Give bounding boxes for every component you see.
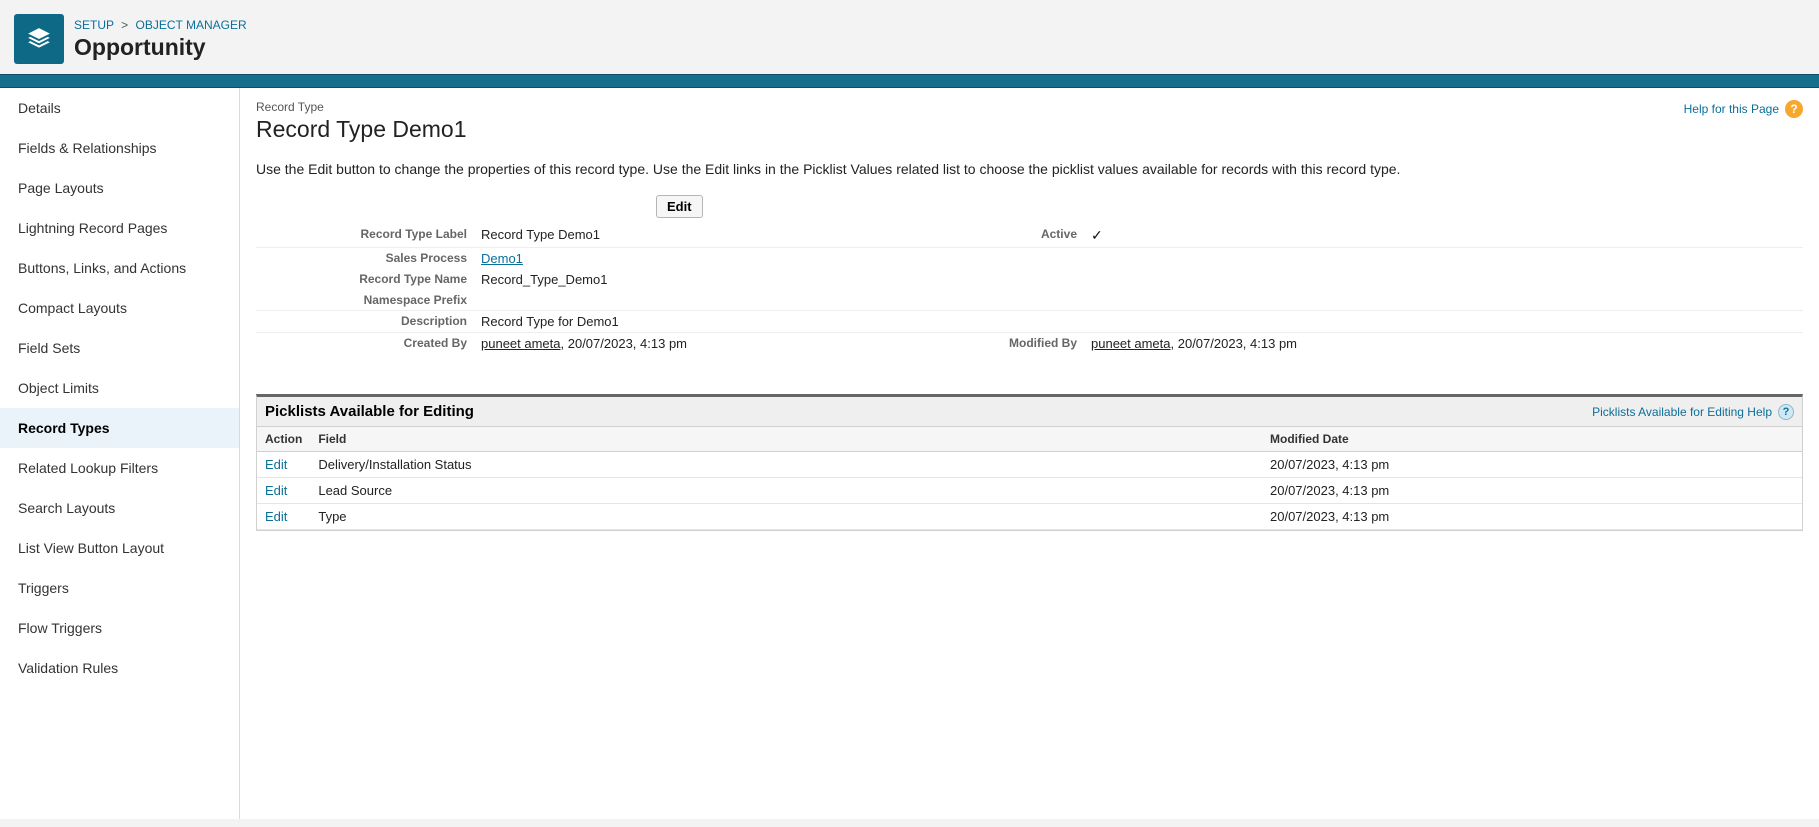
breadcrumb-separator: > (117, 18, 132, 32)
picklist-section-title: Picklists Available for Editing (265, 403, 1592, 420)
help-link-label: Help for this Page (1684, 102, 1779, 116)
sidebar-item-related-lookup-filters[interactable]: Related Lookup Filters (0, 448, 239, 488)
sidebar-item-object-limits[interactable]: Object Limits (0, 368, 239, 408)
col-action: Action (257, 427, 310, 452)
picklist-help-label: Picklists Available for Editing Help (1592, 405, 1772, 419)
page-header: SETUP > OBJECT MANAGER Opportunity (0, 0, 1819, 74)
sidebar-item-triggers[interactable]: Triggers (0, 568, 239, 608)
table-row: Edit Delivery/Installation Status20/07/20… (257, 452, 1802, 478)
picklist-table: Action Field Modified Date Edit Delivery/… (257, 427, 1802, 530)
field-cell: Delivery/Installation Status (310, 452, 1262, 478)
modified-by-date: , 20/07/2023, 4:13 pm (1171, 336, 1297, 351)
sidebar: DetailsFields & RelationshipsPage Layout… (0, 88, 240, 819)
sidebar-item-buttons-links-and-actions[interactable]: Buttons, Links, and Actions (0, 248, 239, 288)
edit-button[interactable]: Edit (656, 195, 703, 218)
breadcrumb-object-manager[interactable]: OBJECT MANAGER (136, 18, 247, 32)
breadcrumb: SETUP > OBJECT MANAGER (74, 18, 247, 32)
sidebar-item-field-sets[interactable]: Field Sets (0, 328, 239, 368)
value-record-type-name: Record_Type_Demo1 (481, 269, 911, 290)
layers-icon (26, 26, 52, 52)
sidebar-item-compact-layouts[interactable]: Compact Layouts (0, 288, 239, 328)
check-icon: ✓ (1091, 227, 1103, 243)
created-by-date: , 20/07/2023, 4:13 pm (561, 336, 687, 351)
sidebar-item-lightning-record-pages[interactable]: Lightning Record Pages (0, 208, 239, 248)
decorative-band (0, 74, 1819, 88)
help-icon: ? (1778, 404, 1794, 420)
header-text: SETUP > OBJECT MANAGER Opportunity (74, 18, 247, 61)
sidebar-item-flow-triggers[interactable]: Flow Triggers (0, 608, 239, 648)
sidebar-item-details[interactable]: Details (0, 88, 239, 128)
created-by-user-link[interactable]: puneet ameta (481, 336, 561, 351)
value-description: Record Type for Demo1 (481, 311, 911, 333)
intro-text: Use the Edit button to change the proper… (256, 161, 1803, 177)
label-record-type-name: Record Type Name (256, 269, 481, 290)
edit-link[interactable]: Edit (265, 483, 287, 498)
page-subtitle: Record Type (256, 100, 1684, 114)
value-namespace-prefix (481, 290, 911, 311)
breadcrumb-setup[interactable]: SETUP (74, 18, 114, 32)
help-icon: ? (1785, 100, 1803, 118)
label-namespace-prefix: Namespace Prefix (256, 290, 481, 311)
value-modified-by: puneet ameta, 20/07/2023, 4:13 pm (1091, 333, 1803, 355)
label-description: Description (256, 311, 481, 333)
help-for-page-link[interactable]: Help for this Page ? (1684, 100, 1803, 118)
sidebar-item-record-types[interactable]: Record Types (0, 408, 239, 448)
value-record-type-label: Record Type Demo1 (481, 224, 911, 248)
main-content: Record Type Record Type Demo1 Help for t… (240, 88, 1819, 819)
object-title: Opportunity (74, 34, 247, 61)
value-active: ✓ (1091, 224, 1803, 248)
modified-date-cell: 20/07/2023, 4:13 pm (1262, 452, 1802, 478)
col-field: Field (310, 427, 1262, 452)
page-title: Record Type Demo1 (256, 116, 1684, 143)
sidebar-item-validation-rules[interactable]: Validation Rules (0, 648, 239, 688)
table-row: Edit Type20/07/2023, 4:13 pm (257, 504, 1802, 530)
edit-link[interactable]: Edit (265, 509, 287, 524)
sidebar-item-fields-relationships[interactable]: Fields & Relationships (0, 128, 239, 168)
detail-table: Record Type Label Record Type Demo1 Acti… (256, 224, 1803, 354)
value-created-by: puneet ameta, 20/07/2023, 4:13 pm (481, 333, 911, 355)
object-icon (14, 14, 64, 64)
field-cell: Lead Source (310, 478, 1262, 504)
modified-by-user-link[interactable]: puneet ameta (1091, 336, 1171, 351)
label-sales-process: Sales Process (256, 248, 481, 270)
modified-date-cell: 20/07/2023, 4:13 pm (1262, 478, 1802, 504)
edit-link[interactable]: Edit (265, 457, 287, 472)
sales-process-link[interactable]: Demo1 (481, 251, 523, 266)
label-created-by: Created By (256, 333, 481, 355)
picklist-help-link[interactable]: Picklists Available for Editing Help ? (1592, 404, 1794, 420)
value-sales-process: Demo1 (481, 248, 911, 270)
picklist-section: Picklists Available for Editing Picklist… (256, 394, 1803, 531)
label-modified-by: Modified By (911, 333, 1091, 355)
modified-date-cell: 20/07/2023, 4:13 pm (1262, 504, 1802, 530)
table-row: Edit Lead Source20/07/2023, 4:13 pm (257, 478, 1802, 504)
col-modified-date: Modified Date (1262, 427, 1802, 452)
sidebar-item-search-layouts[interactable]: Search Layouts (0, 488, 239, 528)
label-record-type-label: Record Type Label (256, 224, 481, 248)
field-cell: Type (310, 504, 1262, 530)
label-active: Active (911, 224, 1091, 248)
sidebar-item-list-view-button-layout[interactable]: List View Button Layout (0, 528, 239, 568)
sidebar-item-page-layouts[interactable]: Page Layouts (0, 168, 239, 208)
